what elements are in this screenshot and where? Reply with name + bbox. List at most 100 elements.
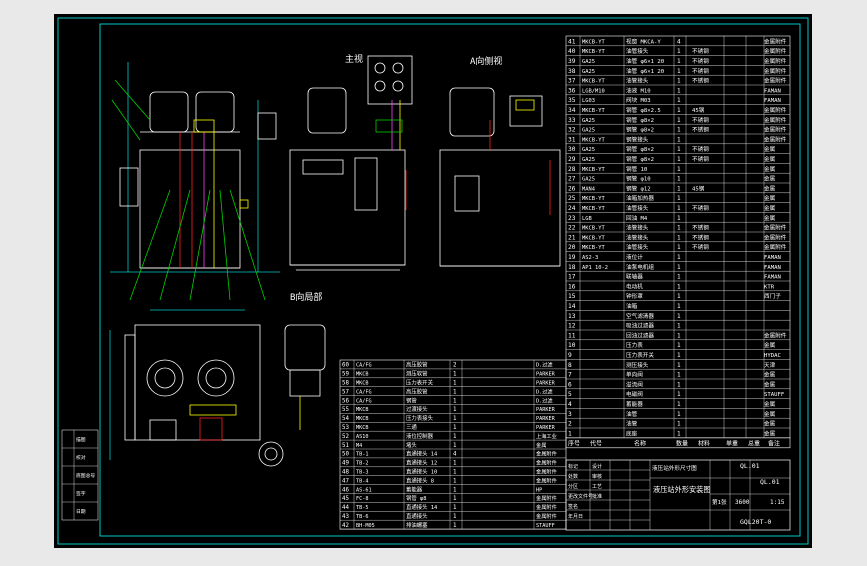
- lower-row-note: HP: [536, 487, 542, 493]
- right-row-spec: 不锈钢: [692, 204, 709, 212]
- right-row-no: 25: [568, 195, 576, 202]
- right-table-header-cell: 序号: [568, 439, 580, 447]
- right-row-qty: 1: [677, 381, 681, 388]
- title-block-doc-number: GQL20T-0: [740, 518, 771, 526]
- title-block-company: 液压站外形尺寸图: [652, 464, 697, 472]
- right-row-qty: 1: [677, 342, 681, 349]
- lower-row-name: 压力表开关: [406, 379, 434, 387]
- right-row-note: 金属附件: [764, 37, 787, 45]
- right-row-code: GA25: [582, 59, 595, 65]
- lower-row-name: 过渡接头: [406, 405, 428, 413]
- right-row-name: 油管 φ6×1 20: [626, 67, 664, 75]
- lower-row-note: STAUFF: [536, 523, 555, 529]
- right-row-spec: 不锈钢: [692, 67, 709, 75]
- lower-row-no: 60: [342, 363, 349, 369]
- lower-row-name: 高压胶管: [406, 387, 428, 395]
- right-row-note: 金属: [764, 429, 776, 437]
- right-row-name: 电动机: [626, 282, 643, 290]
- right-row-no: 32: [568, 127, 576, 134]
- lower-row-no: 51: [342, 443, 349, 449]
- lower-row-note: 金属附件: [536, 476, 557, 484]
- lower-row-no: 43: [342, 514, 349, 520]
- right-row-no: 38: [568, 68, 576, 75]
- right-row-note: FAMAN: [764, 265, 781, 271]
- lower-row-qty: 1: [453, 461, 457, 467]
- right-row-code: AS2-3: [582, 255, 598, 261]
- right-row-note: STAUFF: [764, 392, 785, 398]
- right-row-note: 金属附件: [764, 243, 787, 251]
- right-row-no: 2: [568, 421, 572, 428]
- right-row-code: MKCB-YT: [582, 39, 605, 45]
- lower-row-code: FC-8: [356, 496, 369, 502]
- right-row-name: 电磁阀: [626, 390, 643, 398]
- right-row-name: 钢管 φ8×2: [626, 155, 654, 163]
- right-row-name: 油管: [626, 420, 638, 428]
- right-row-name: 油泵电机组: [626, 263, 654, 271]
- title-block-label: 审核: [592, 473, 602, 480]
- right-row-note: 金属附件: [764, 116, 787, 124]
- lower-row-note: 上海工业: [536, 432, 557, 440]
- right-row-code: MKCB-YT: [582, 206, 605, 212]
- right-row-no: 15: [568, 293, 576, 300]
- right-row-note: 金属附件: [764, 106, 787, 114]
- right-row-qty: 1: [677, 411, 681, 418]
- right-row-code: MKCB-YT: [582, 79, 605, 85]
- title-block-label: 处数: [568, 473, 578, 480]
- right-row-code: LGB/M10: [582, 88, 605, 94]
- right-row-no: 23: [568, 215, 576, 222]
- lower-row-qty: 1: [453, 496, 457, 502]
- right-row-spec: 不锈钢: [692, 243, 709, 251]
- lower-row-code: MKCB: [356, 425, 369, 431]
- lower-row-note: 金属附件: [536, 459, 557, 467]
- right-row-code: GA25: [582, 177, 595, 183]
- right-row-spec: 不锈钢: [692, 224, 709, 232]
- right-table-header-cell: 单重: [726, 439, 738, 447]
- lower-row-qty: 1: [453, 523, 457, 529]
- lower-row-name: 高压胶管: [406, 361, 428, 369]
- lower-row-no: 44: [342, 505, 349, 511]
- right-row-name: 回油过滤器: [626, 331, 654, 339]
- title-block-label: 更改文件号: [568, 493, 593, 500]
- right-row-name: 测压接头: [626, 361, 649, 369]
- title-block-scale: 1:15: [770, 499, 785, 506]
- right-row-note: 金属附件: [764, 67, 787, 75]
- lower-row-note: 金属附件: [536, 450, 557, 458]
- right-row-qty: 1: [677, 117, 681, 124]
- right-row-qty: 1: [677, 274, 681, 281]
- right-row-code: MKCB-YT: [582, 235, 605, 241]
- right-row-name: 空气滤清器: [626, 312, 654, 320]
- right-row-qty: 1: [677, 58, 681, 65]
- title-block-label: 批准: [592, 493, 602, 500]
- right-row-qty: 1: [677, 97, 681, 104]
- right-row-note: 金属附件: [764, 331, 787, 339]
- right-row-no: 22: [568, 225, 576, 232]
- right-table-header-cell: 数量: [676, 439, 688, 447]
- right-row-note: 金属附件: [764, 224, 787, 232]
- right-row-qty: 1: [677, 107, 681, 114]
- right-row-qty: 1: [677, 225, 681, 232]
- right-row-no: 24: [568, 205, 576, 212]
- lower-row-no: 42: [342, 523, 349, 529]
- right-row-note: 天津: [764, 362, 776, 369]
- right-row-note: 金属附件: [764, 135, 787, 143]
- right-row-name: 视窗 MKCA-Y: [626, 37, 661, 45]
- right-row-qty: 1: [677, 264, 681, 271]
- right-row-note: 金属: [764, 400, 776, 408]
- lower-row-code: CA/FG: [356, 398, 372, 404]
- right-row-note: FAMAN: [764, 98, 781, 104]
- right-row-qty: 1: [677, 254, 681, 261]
- lower-row-code: M4: [356, 443, 362, 449]
- right-row-no: 36: [568, 87, 576, 94]
- right-row-name: 油箱加热器: [626, 194, 654, 202]
- right-row-no: 28: [568, 166, 576, 173]
- right-row-code: MKCB-YT: [582, 196, 605, 202]
- right-row-qty: 1: [677, 205, 681, 212]
- right-row-no: 10: [568, 342, 576, 349]
- right-row-spec: 不锈钢: [692, 47, 709, 55]
- right-row-qty: 1: [677, 234, 681, 241]
- right-row-spec: 不锈钢: [692, 126, 709, 134]
- right-row-no: 13: [568, 313, 576, 320]
- right-row-no: 33: [568, 117, 576, 124]
- right-row-code: MKCB-YT: [582, 49, 605, 55]
- right-row-note: 金属附件: [764, 47, 787, 55]
